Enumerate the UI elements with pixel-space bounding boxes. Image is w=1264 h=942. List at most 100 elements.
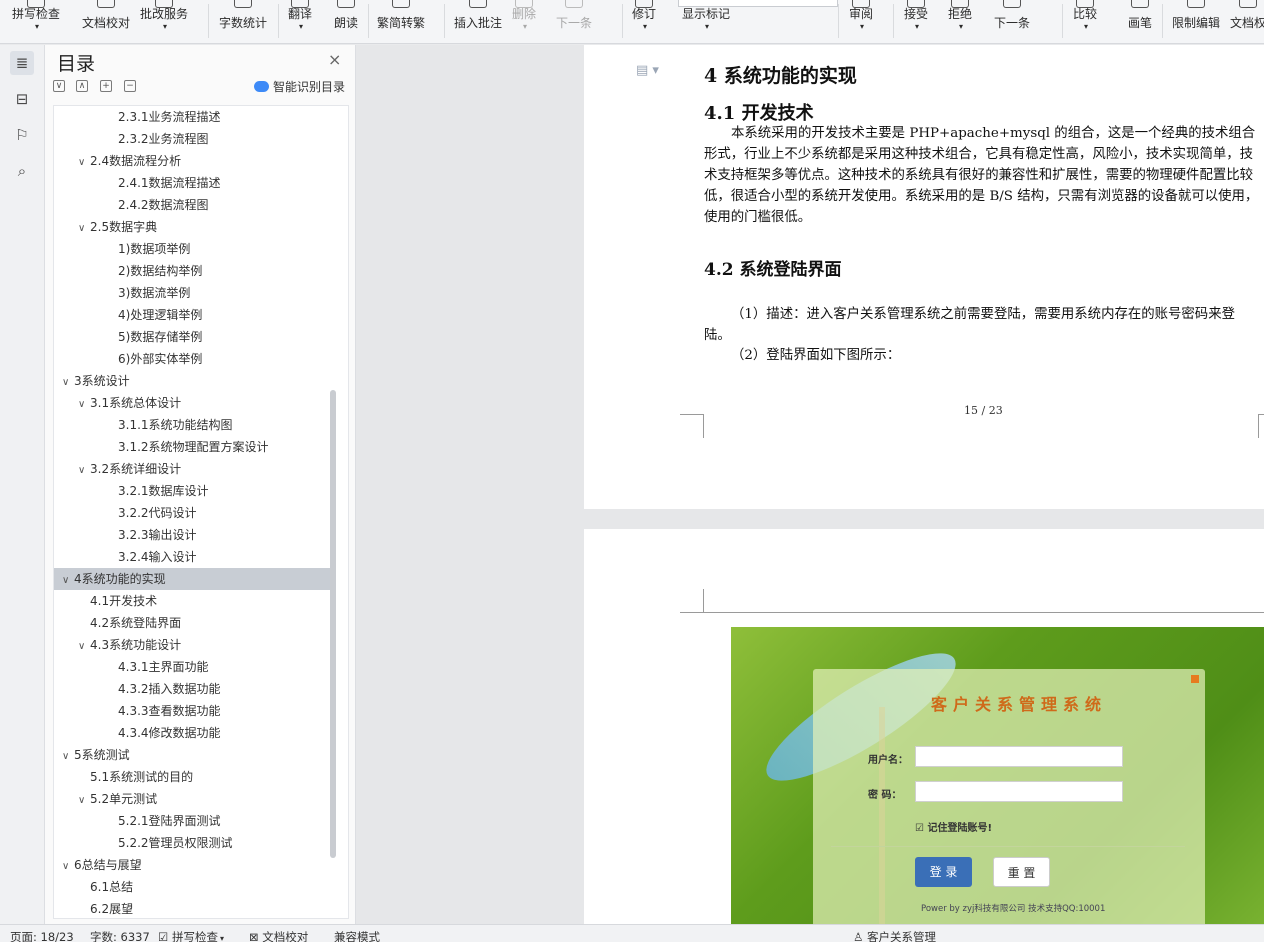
chevron-down-icon[interactable]: ∨ [62,570,74,592]
toc-item[interactable]: 3.1.2系统物理配置方案设计 [54,436,330,458]
toc-item[interactable]: 4.3.2插入数据功能 [54,678,330,700]
login-card: 客户关系管理系统 用户名： 密 码： ☑ 记住登陆账号! 登 录 重 置 Pow… [813,669,1205,924]
toc-item[interactable]: 6)外部实体举例 [54,348,330,370]
word-count[interactable]: 字数: 6337 [90,929,150,942]
toc-item[interactable]: 4.3.1主界面功能 [54,656,330,678]
toc-item[interactable]: 6.2展望 [54,898,330,918]
spellcheck-button[interactable]: 拼写检查 ▾ [12,0,60,43]
chevron-down-icon[interactable]: ∨ [78,152,90,174]
toc-item[interactable]: ∨ 2.4数据流程分析 [54,150,330,172]
toc-item-label: 5.1系统测试的目的 [90,770,194,784]
toc-item[interactable]: ∨ 6总结与展望 [54,854,330,876]
toc-item[interactable]: 2.3.2业务流程图 [54,128,330,150]
toc-item[interactable]: 3.1.1系统功能结构图 [54,414,330,436]
toc-item[interactable]: 2.4.1数据流程描述 [54,172,330,194]
track-changes-button[interactable]: 修订 ▾ [632,0,656,43]
toc-item[interactable]: 4)处理逻辑举例 [54,304,330,326]
read-aloud-button[interactable]: 朗读 [334,0,358,43]
delete-comment-button[interactable]: 删除 ▾ [512,0,536,43]
proofread-button[interactable]: 文档校对 [82,0,130,43]
remove-heading-icon[interactable]: − [124,80,136,92]
toc-item[interactable]: ∨ 3.2系统详细设计 [54,458,330,480]
word-count-button[interactable]: 字数统计 [219,0,267,43]
translate-button[interactable]: 翻译 ▾ [288,0,312,43]
page-menu-icon[interactable]: ▤ ▾ [636,63,659,78]
traditional-chinese-button[interactable]: 繁简转繁 [377,0,425,43]
toc-item[interactable]: ∨ 5系统测试 [54,744,330,766]
toc-item-label: 4系统功能的实现 [74,572,166,586]
count-icon [234,0,252,8]
reject-button[interactable]: 拒绝 ▾ [948,0,972,43]
review-pane-button[interactable]: 审阅 ▾ [849,0,873,43]
document-permission-button[interactable]: 文档权 [1230,0,1264,43]
toc-item-label: 5.2.2管理员权限测试 [118,836,233,850]
toc-item[interactable]: 5.2.1登陆界面测试 [54,810,330,832]
spellcheck-status[interactable]: ☑ 拼写检查 ▾ [158,929,224,942]
accept-button[interactable]: 接受 ▾ [904,0,928,43]
toc-item[interactable]: 4.3.4修改数据功能 [54,722,330,744]
toc-item[interactable]: ∨ 4系统功能的实现 [54,568,330,590]
chevron-down-icon[interactable]: ∨ [62,372,74,394]
toc-scrollbar[interactable] [330,390,336,858]
next-change-button[interactable]: 下一条 [994,0,1030,43]
toc-item[interactable]: 5.2.2管理员权限测试 [54,832,330,854]
toc-item[interactable]: 4.3.3查看数据功能 [54,700,330,722]
chevron-down-icon[interactable]: ∨ [62,746,74,768]
chevron-down-icon[interactable]: ∨ [78,394,90,416]
toc-panel: 目录 × ∨ ∧ + − 智能识别目录 2.3.1业务流程描述 2.3.2业务流程… [45,45,356,924]
toc-item-label: 6.1总结 [90,880,134,894]
permission-icon [1239,0,1257,8]
pen-button[interactable]: 画笔 [1128,0,1152,43]
expand-up-icon[interactable]: ∧ [76,80,88,92]
toc-item-label: 6总结与展望 [74,858,142,872]
toc-item[interactable]: ∨ 4.3系统功能设计 [54,634,330,656]
toc-item[interactable]: 5.1系统测试的目的 [54,766,330,788]
chevron-down-icon[interactable]: ∨ [78,790,90,812]
user-icon: ♙ [853,930,867,942]
lock-doc-icon [1187,0,1205,8]
toc-item-label: 1)数据项举例 [118,242,191,256]
next-comment-button[interactable]: 下一条 [556,0,592,43]
bookmark-icon[interactable]: ⚐ [10,123,34,147]
toc-item-label: 6)外部实体举例 [118,352,203,366]
toc-item[interactable]: 3)数据流举例 [54,282,330,304]
toc-item[interactable]: ∨ 3系统设计 [54,370,330,392]
outline-icon[interactable]: ⊟ [10,87,34,111]
document-page: 客户关系管理系统 用户名： 密 码： ☑ 记住登陆账号! 登 录 重 置 Pow… [584,529,1264,924]
toc-item[interactable]: ∨ 5.2单元测试 [54,788,330,810]
toc-item[interactable]: 1)数据项举例 [54,238,330,260]
toc-icon[interactable]: ≣ [10,51,34,75]
toc-item[interactable]: 2.4.2数据流程图 [54,194,330,216]
chevron-down-icon[interactable]: ∨ [78,460,90,482]
show-markup-button[interactable]: 显示标记 ▾ [682,0,730,43]
toc-item[interactable]: 2)数据结构举例 [54,260,330,282]
chevron-down-icon[interactable]: ∨ [78,218,90,240]
chevron-down-icon[interactable]: ∨ [78,636,90,658]
add-heading-icon[interactable]: + [100,80,112,92]
toc-item[interactable]: 4.1开发技术 [54,590,330,612]
chevron-down-icon[interactable]: ∨ [62,856,74,878]
smart-toc-button[interactable]: 智能识别目录 [254,78,345,95]
toc-item-label: 4)处理逻辑举例 [118,308,203,322]
toc-item[interactable]: 3.2.4输入设计 [54,546,330,568]
toc-item[interactable]: 5)数据存储举例 [54,326,330,348]
toc-item[interactable]: 3.2.2代码设计 [54,502,330,524]
page-indicator[interactable]: 页面: 18/23 [10,929,74,942]
review-service-button[interactable]: 批改服务 ▾ [140,0,188,43]
search-icon[interactable]: ⌕ [10,159,34,183]
close-icon[interactable]: × [328,50,341,69]
toc-item[interactable]: ∨ 2.5数据字典 [54,216,330,238]
translate-icon [291,0,309,8]
toc-item[interactable]: ∨ 3.1系统总体设计 [54,392,330,414]
toc-item[interactable]: 4.2系统登陆界面 [54,612,330,634]
toc-item[interactable]: 2.3.1业务流程描述 [54,106,330,128]
proofread-status[interactable]: ⊠ 文档校对 [249,929,308,942]
compare-button[interactable]: 比较 ▾ [1073,0,1097,43]
restrict-editing-button[interactable]: 限制编辑 [1172,0,1220,43]
collapse-all-icon[interactable]: ∨ [53,80,65,92]
next-change-icon [1003,0,1021,8]
toc-item[interactable]: 6.1总结 [54,876,330,898]
toc-item[interactable]: 3.2.3输出设计 [54,524,330,546]
insert-comment-button[interactable]: 插入批注 [454,0,502,43]
toc-item[interactable]: 3.2.1数据库设计 [54,480,330,502]
